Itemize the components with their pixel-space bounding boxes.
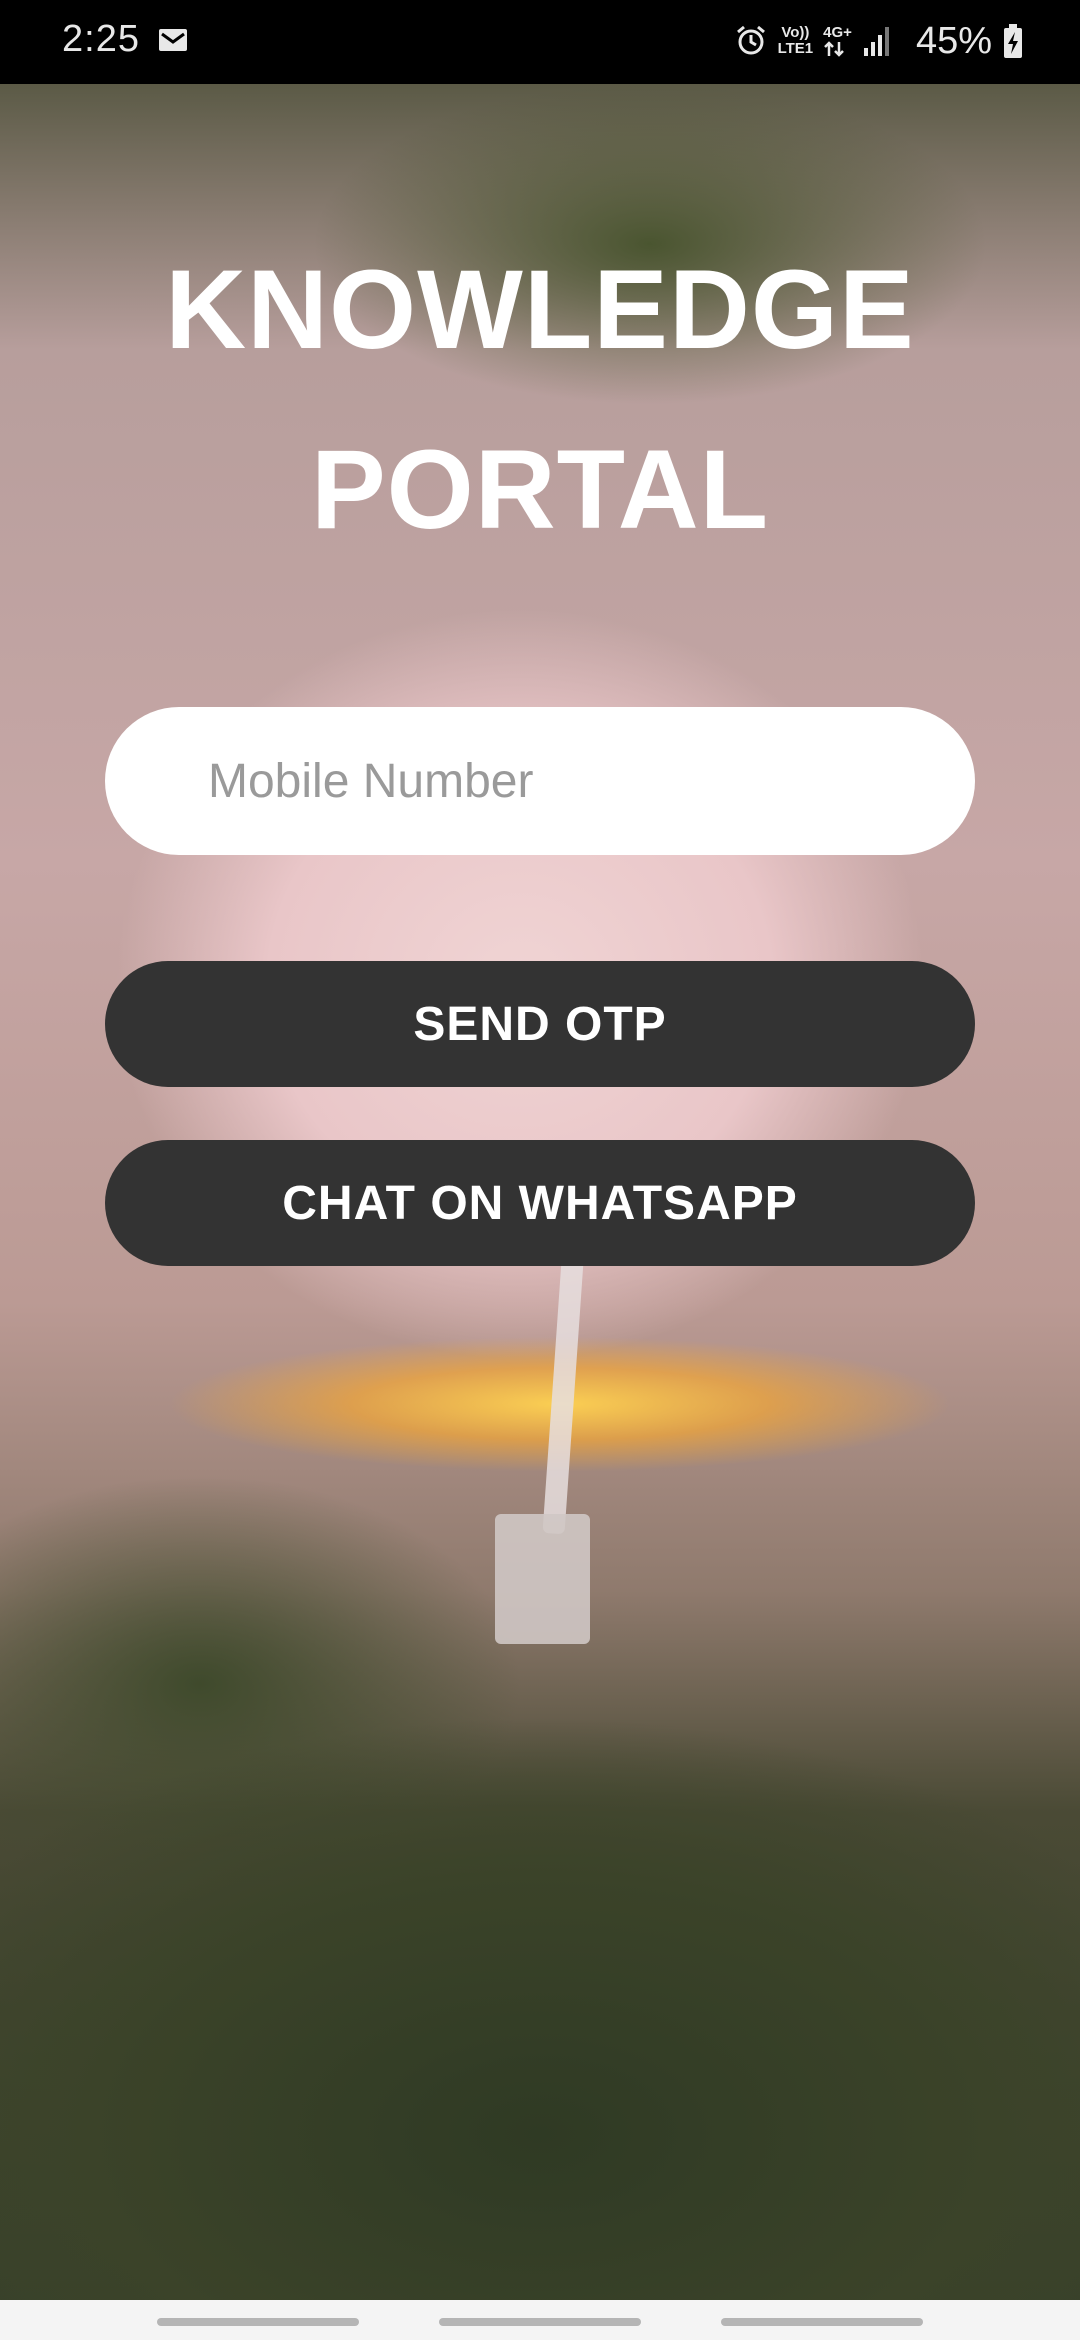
nav-home-handle[interactable] [439, 2318, 641, 2326]
status-bar: 2:25 Vo)) LTE1 4G+ 45% [0, 0, 1080, 84]
data-type: 4G+ [823, 25, 852, 57]
battery-charging-icon [1004, 24, 1022, 58]
data-type-label: 4G+ [823, 24, 852, 41]
title-line-2: PORTAL [310, 427, 770, 552]
gmail-icon [159, 29, 187, 51]
alarm-icon [736, 25, 765, 55]
battery-percent: 45% [915, 19, 992, 62]
signal-icon [863, 27, 889, 56]
app-title: KNOWLEDGE PORTAL [0, 220, 1080, 580]
nav-back-handle[interactable] [721, 2318, 923, 2326]
mobile-number-input[interactable] [105, 707, 975, 855]
network-label: Vo)) LTE1 [778, 25, 814, 57]
title-line-1: KNOWLEDGE [165, 247, 915, 372]
data-arrows-icon [824, 41, 845, 57]
send-otp-button[interactable]: SEND OTP [105, 961, 975, 1087]
chat-on-whatsapp-button[interactable]: CHAT ON WHATSAPP [105, 1140, 975, 1266]
app-screen: 2:25 Vo)) LTE1 4G+ 45% KNOWLEDGE PORTAL … [0, 0, 1080, 2340]
status-icons: Vo)) LTE1 4G+ 45% [734, 16, 1024, 66]
volte-label: Vo)) [781, 24, 810, 41]
nav-recents-handle[interactable] [157, 2318, 359, 2326]
lte-label: LTE1 [777, 40, 814, 57]
status-time: 2:25 [62, 18, 140, 60]
navigation-bar [0, 2300, 1080, 2340]
background-box [495, 1514, 590, 1644]
